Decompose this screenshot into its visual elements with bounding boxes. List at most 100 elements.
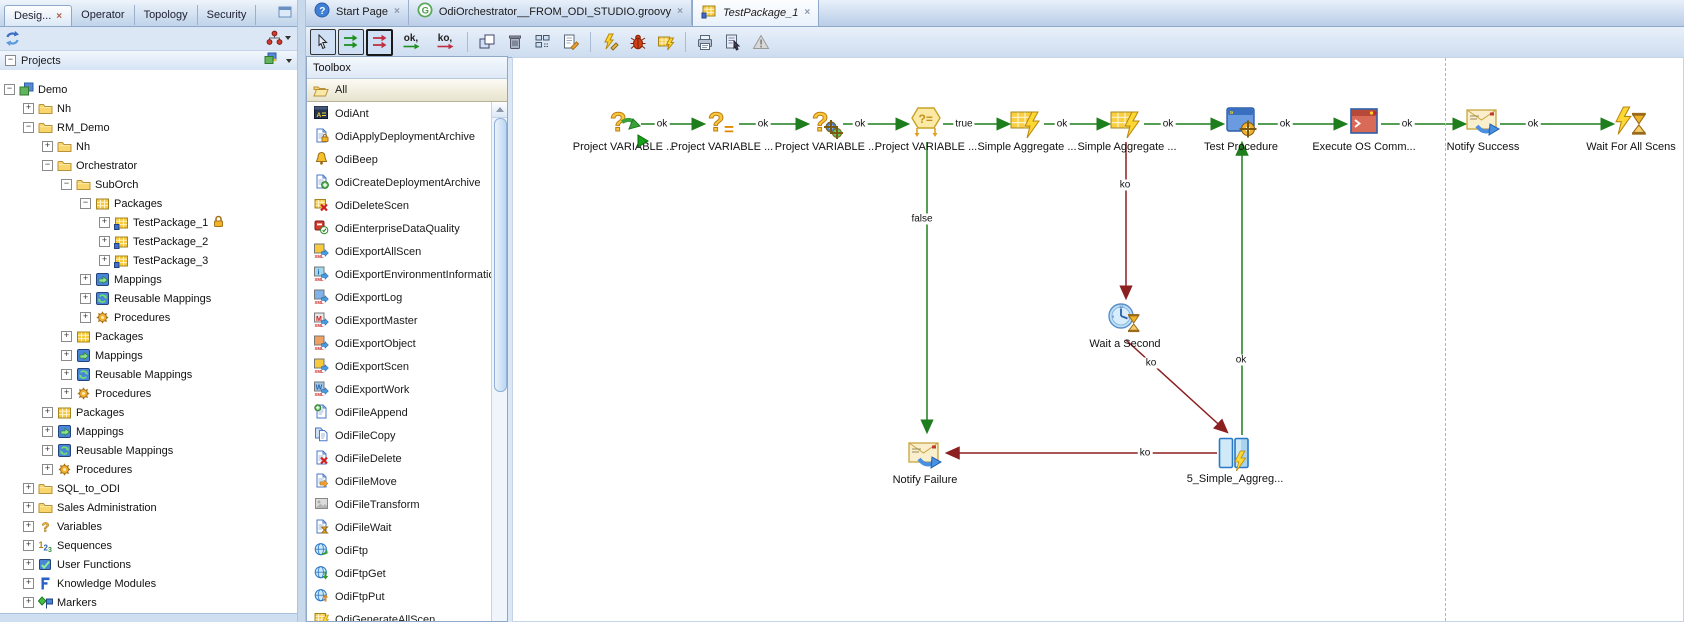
tree-item-demo[interactable]: − Demo (0, 80, 297, 99)
toolbox-scrollbar[interactable] (491, 102, 507, 621)
tree-item-knowledge-modules[interactable]: + Knowledge Modules (0, 574, 297, 593)
execute-button[interactable] (597, 29, 623, 55)
reorganize-button[interactable] (530, 29, 556, 55)
expand-expander-icon[interactable]: + (23, 521, 34, 532)
toolbox-item-odiexportenvironmentinformation[interactable]: XML i OdiExportEnvironmentInformation (307, 263, 507, 286)
tree-item-mappings[interactable]: + Mappings (0, 346, 297, 365)
tree-item-procedures[interactable]: + Procedures (0, 460, 297, 479)
toolbox-item-odiant[interactable]: A OdiAnt (307, 102, 507, 125)
step-wait-for-all-scens[interactable]: Wait For All Scens (1576, 105, 1683, 153)
tree-item-orchestrator[interactable]: − Orchestrator (0, 156, 297, 175)
toolbox-item-odiftp[interactable]: OdiFtp (307, 539, 507, 562)
generate-scenario-button[interactable] (653, 29, 679, 55)
toolbox-item-odifileappend[interactable]: OdiFileAppend (307, 401, 507, 424)
tree-item-nh[interactable]: + Nh (0, 99, 297, 118)
expand-expander-icon[interactable]: + (42, 141, 53, 152)
expand-expander-icon[interactable]: + (80, 312, 91, 323)
toolbox-item-odifiletransform[interactable]: OdiFileTransform (307, 493, 507, 516)
chevron-down-icon[interactable] (286, 58, 292, 63)
expand-expander-icon[interactable]: + (61, 350, 72, 361)
scrollbar-thumb[interactable] (494, 118, 507, 392)
tree-item-testpackage-1[interactable]: + TestPackage_1 (0, 213, 297, 232)
step-notify-failure[interactable]: Notify Failure (870, 438, 980, 486)
close-icon[interactable]: × (394, 6, 400, 17)
panel-splitter[interactable] (297, 0, 306, 622)
projects-accordion-header[interactable]: − Projects (0, 51, 297, 71)
editor-tab-testpackage-1[interactable]: TestPackage_1 × (691, 0, 820, 26)
tree-item-reusable-mappings[interactable]: + Reusable Mappings (0, 289, 297, 308)
collapse-expander-icon[interactable]: − (4, 84, 15, 95)
tree-item-sql-to-odi[interactable]: + SQL_to_ODI (0, 479, 297, 498)
toolbox-item-odifilecopy[interactable]: OdiFileCopy (307, 424, 507, 447)
expand-expander-icon[interactable]: + (99, 236, 110, 247)
expand-expander-icon[interactable]: + (23, 578, 34, 589)
expand-expander-icon[interactable]: + (23, 540, 34, 551)
tree-item-variables[interactable]: +? Variables (0, 517, 297, 536)
tree-item-testpackage-3[interactable]: + TestPackage_3 (0, 251, 297, 270)
edit-step-button[interactable] (558, 29, 584, 55)
toolbox-item-odienterprisedataquality[interactable]: OdiEnterpriseDataQuality (307, 217, 507, 240)
toolbox-item-odifilewait[interactable]: OdiFileWait (307, 516, 507, 539)
tree-item-suborch[interactable]: − SubOrch (0, 175, 297, 194)
tree-item-user-functions[interactable]: + User Functions (0, 555, 297, 574)
step-notify-success[interactable]: Notify Success (1428, 105, 1538, 153)
collapse-expander-icon[interactable]: − (61, 179, 72, 190)
tree-item-reusable-mappings[interactable]: + Reusable Mappings (0, 365, 297, 384)
toolbox-item-odiexportallscen[interactable]: XML OdiExportAllScen (307, 240, 507, 263)
editor-tab-start-page[interactable]: ? Start Page × (306, 0, 409, 25)
toolbox-item-odiexportmaster[interactable]: XML M OdiExportMaster (307, 309, 507, 332)
delete-step-button[interactable] (502, 29, 528, 55)
toolbox-item-odifilemove[interactable]: OdiFileMove (307, 470, 507, 493)
next-step-on-success-button[interactable] (338, 29, 364, 55)
tree-item-sequences[interactable]: +1 2 3 Sequences (0, 536, 297, 555)
duplicate-selection-button[interactable] (474, 29, 500, 55)
tree-item-packages[interactable]: − Packages (0, 194, 297, 213)
toolbox-item-odiftpget[interactable]: OdiFtpGet (307, 562, 507, 585)
expand-expander-icon[interactable]: + (42, 464, 53, 475)
expand-expander-icon[interactable]: + (23, 502, 34, 513)
tree-item-reusable-mappings[interactable]: + Reusable Mappings (0, 441, 297, 460)
tree-item-procedures[interactable]: + Procedures (0, 308, 297, 327)
toolbox-filter-all[interactable]: All (307, 79, 507, 102)
expand-expander-icon[interactable]: + (23, 559, 34, 570)
expand-expander-icon[interactable]: + (23, 483, 34, 494)
expand-expander-icon[interactable]: + (99, 217, 110, 228)
toolbox-item-odideletescen[interactable]: OdiDeleteScen (307, 194, 507, 217)
expand-expander-icon[interactable]: + (61, 388, 72, 399)
next-step-on-failure-button[interactable] (366, 28, 393, 56)
expand-expander-icon[interactable]: + (42, 407, 53, 418)
collapse-expander-icon[interactable]: − (42, 160, 53, 171)
package-diagram-canvas[interactable]: ok ok ok true ok ok ok ok ok false ko ko ok ko? Projec… (512, 57, 1684, 622)
tree-item-testpackage-2[interactable]: + TestPackage_2 (0, 232, 297, 251)
expand-expander-icon[interactable]: + (99, 255, 110, 266)
flow-edge-ko[interactable] (1125, 339, 1229, 434)
expand-expander-icon[interactable]: + (42, 426, 53, 437)
check-consistency-button[interactable] (720, 29, 746, 55)
close-icon[interactable]: × (804, 7, 810, 18)
close-icon[interactable]: × (677, 6, 683, 17)
editor-tab-odiorchestrator-from-odi-studio-groovy[interactable]: G OdiOrchestrator__FROM_ODI_STUDIO.groovy… (409, 0, 692, 25)
tree-item-mappings[interactable]: + Mappings (0, 422, 297, 441)
toolbox-item-odiexportwork[interactable]: XML W OdiExportWork (307, 378, 507, 401)
toolbox-item-odiexportscen[interactable]: XML OdiExportScen (307, 355, 507, 378)
step-5-simple-aggreg[interactable]: 5_Simple_Aggreg... (1180, 437, 1290, 485)
expand-expander-icon[interactable]: + (42, 445, 53, 456)
tree-item-procedures[interactable]: + Procedures (0, 384, 297, 403)
tree-item-rm-demo[interactable]: − RM_Demo (0, 118, 297, 137)
navigator-tab-desig[interactable]: Desig... × (4, 5, 73, 26)
collapse-icon[interactable]: − (5, 55, 16, 66)
toolbox-item-odibeep[interactable]: OdiBeep (307, 148, 507, 171)
navigator-tab-security[interactable]: Security (198, 5, 257, 25)
toolbox-header[interactable]: Toolbox (307, 57, 507, 79)
ko-link-button[interactable]: ko, (429, 29, 461, 55)
toolbox-item-odiapplydeploymentarchive[interactable]: OdiApplyDeploymentArchive (307, 125, 507, 148)
tree-item-packages[interactable]: + Packages (0, 327, 297, 346)
tree-item-markers[interactable]: + Markers (0, 593, 297, 612)
scrollbar-up-icon[interactable] (492, 102, 507, 118)
toolbox-item-odifiledelete[interactable]: OdiFileDelete (307, 447, 507, 470)
expand-expander-icon[interactable]: + (61, 369, 72, 380)
navigator-tab-operator[interactable]: Operator (72, 5, 135, 25)
toolbox-item-odigenerateallscen[interactable]: OdiGenerateAllScen (307, 608, 507, 621)
expand-expander-icon[interactable]: + (23, 597, 34, 608)
collapse-expander-icon[interactable]: − (80, 198, 91, 209)
